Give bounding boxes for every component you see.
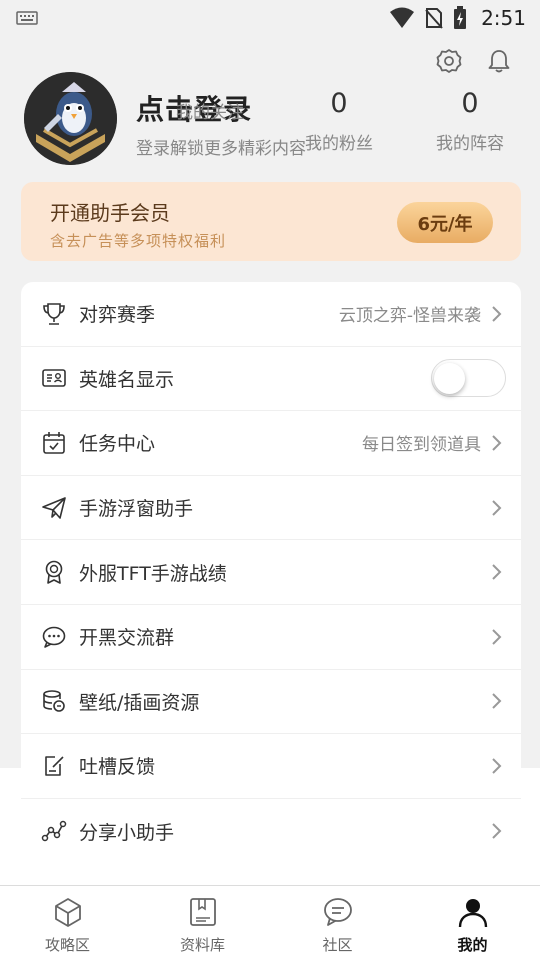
tab-community[interactable]: 社区: [270, 886, 405, 960]
vip-title: 开通助手会员: [50, 201, 170, 225]
menu-item-share[interactable]: 分享小助手: [21, 799, 521, 864]
chevron-right-icon: [492, 306, 502, 322]
share-nodes-icon: [41, 820, 67, 842]
header-actions: [436, 48, 512, 74]
trophy-icon: [43, 302, 65, 325]
tab-label: 我的: [457, 936, 488, 954]
avatar[interactable]: [24, 72, 117, 165]
chat-bubbles-icon: [42, 626, 66, 648]
hero-name-toggle[interactable]: [431, 359, 506, 398]
bell-icon[interactable]: [486, 48, 512, 74]
stat-lineup-label: 我的阵容: [436, 134, 504, 154]
calendar-check-icon: [43, 431, 65, 454]
profile-section: 点击登录 登录解锁更多精彩内容 我的关注 0 我的粉丝 0 我的阵容: [24, 72, 524, 172]
menu-item-label: 对弈赛季: [79, 304, 156, 327]
menu-item-group-chat[interactable]: 开黑交流群: [21, 605, 521, 670]
menu-item-label: 吐槽反馈: [79, 756, 156, 779]
login-subtitle: 登录解锁更多精彩内容: [136, 139, 306, 159]
tab-mine[interactable]: 我的: [405, 886, 540, 960]
paper-plane-icon: [42, 496, 66, 519]
tab-guides[interactable]: 攻略区: [0, 886, 135, 960]
menu-item-season[interactable]: 对弈赛季 云顶之弈-怪兽来袭: [21, 282, 521, 347]
menu-item-value: 云顶之弈-怪兽来袭: [338, 306, 481, 327]
bottom-tab-bar: 攻略区 资料库 社区 我的: [0, 885, 540, 960]
book-icon: [189, 898, 216, 926]
settings-icon[interactable]: [436, 48, 462, 74]
menu-item-wallpapers[interactable]: 壁纸/插画资源: [21, 670, 521, 735]
tab-label: 资料库: [179, 936, 225, 954]
database-icon: [43, 690, 65, 713]
wifi-icon: [390, 7, 415, 28]
stat-lineup-count: 0: [461, 88, 479, 119]
menu-item-label: 开黑交流群: [79, 627, 175, 650]
menu-item-tasks[interactable]: 任务中心 每日签到领道具: [21, 411, 521, 476]
chevron-right-icon: [492, 499, 502, 516]
menu-item-float-window[interactable]: 手游浮窗助手: [21, 476, 521, 541]
stat-fans-label: 我的粉丝: [305, 134, 373, 154]
battery-charging-icon: [454, 6, 467, 29]
chevron-right-icon: [492, 693, 502, 710]
vip-banner[interactable]: 开通助手会员 含去广告等多项特权福利 6元/年: [21, 182, 521, 261]
chevron-right-icon: [492, 564, 502, 580]
id-card-icon: [42, 369, 66, 388]
chevron-right-icon: [492, 629, 502, 645]
keyboard-icon: [16, 11, 38, 25]
stat-fans[interactable]: 0 我的粉丝: [299, 88, 379, 154]
vip-price-button[interactable]: 6元/年: [397, 202, 493, 243]
tab-database[interactable]: 资料库: [135, 886, 270, 960]
menu-item-label: 壁纸/插画资源: [79, 691, 200, 714]
chevron-right-icon: [492, 823, 502, 839]
cube-icon: [54, 898, 81, 927]
person-icon: [458, 899, 487, 928]
settings-menu: 对弈赛季 云顶之弈-怪兽来袭 英雄名显示 任务中心 每日签到领道具 手游浮窗助手…: [21, 282, 521, 864]
edit-note-icon: [45, 756, 64, 776]
menu-item-label: 任务中心: [79, 433, 156, 456]
menu-item-feedback[interactable]: 吐槽反馈: [21, 734, 521, 799]
medal-icon: [45, 560, 63, 584]
stat-following[interactable]: 我的关注: [170, 88, 250, 123]
menu-item-value: 每日签到领道具: [362, 435, 481, 456]
menu-item-overseas-record[interactable]: 外服TFT手游战绩: [21, 540, 521, 605]
toggle-knob: [434, 363, 465, 395]
menu-item-label: 分享小助手: [79, 821, 175, 844]
chevron-right-icon: [492, 758, 502, 774]
menu-item-hero-names[interactable]: 英雄名显示: [21, 347, 521, 412]
stat-following-label: 我的关注: [176, 103, 244, 123]
tab-label: 攻略区: [44, 936, 90, 954]
stat-lineup[interactable]: 0 我的阵容: [430, 88, 510, 154]
chevron-right-icon: [492, 435, 502, 451]
menu-item-label: 外服TFT手游战绩: [79, 562, 227, 585]
status-bar: 2:51: [0, 0, 540, 36]
menu-item-label: 手游浮窗助手: [79, 498, 194, 521]
stat-fans-count: 0: [330, 88, 348, 119]
no-sim-icon: [425, 8, 443, 29]
chat-icon: [323, 898, 352, 926]
tab-label: 社区: [322, 936, 353, 954]
menu-item-label: 英雄名显示: [79, 368, 175, 391]
clock: 2:51: [481, 6, 526, 30]
vip-subtitle: 含去广告等多项特权福利: [50, 232, 227, 250]
